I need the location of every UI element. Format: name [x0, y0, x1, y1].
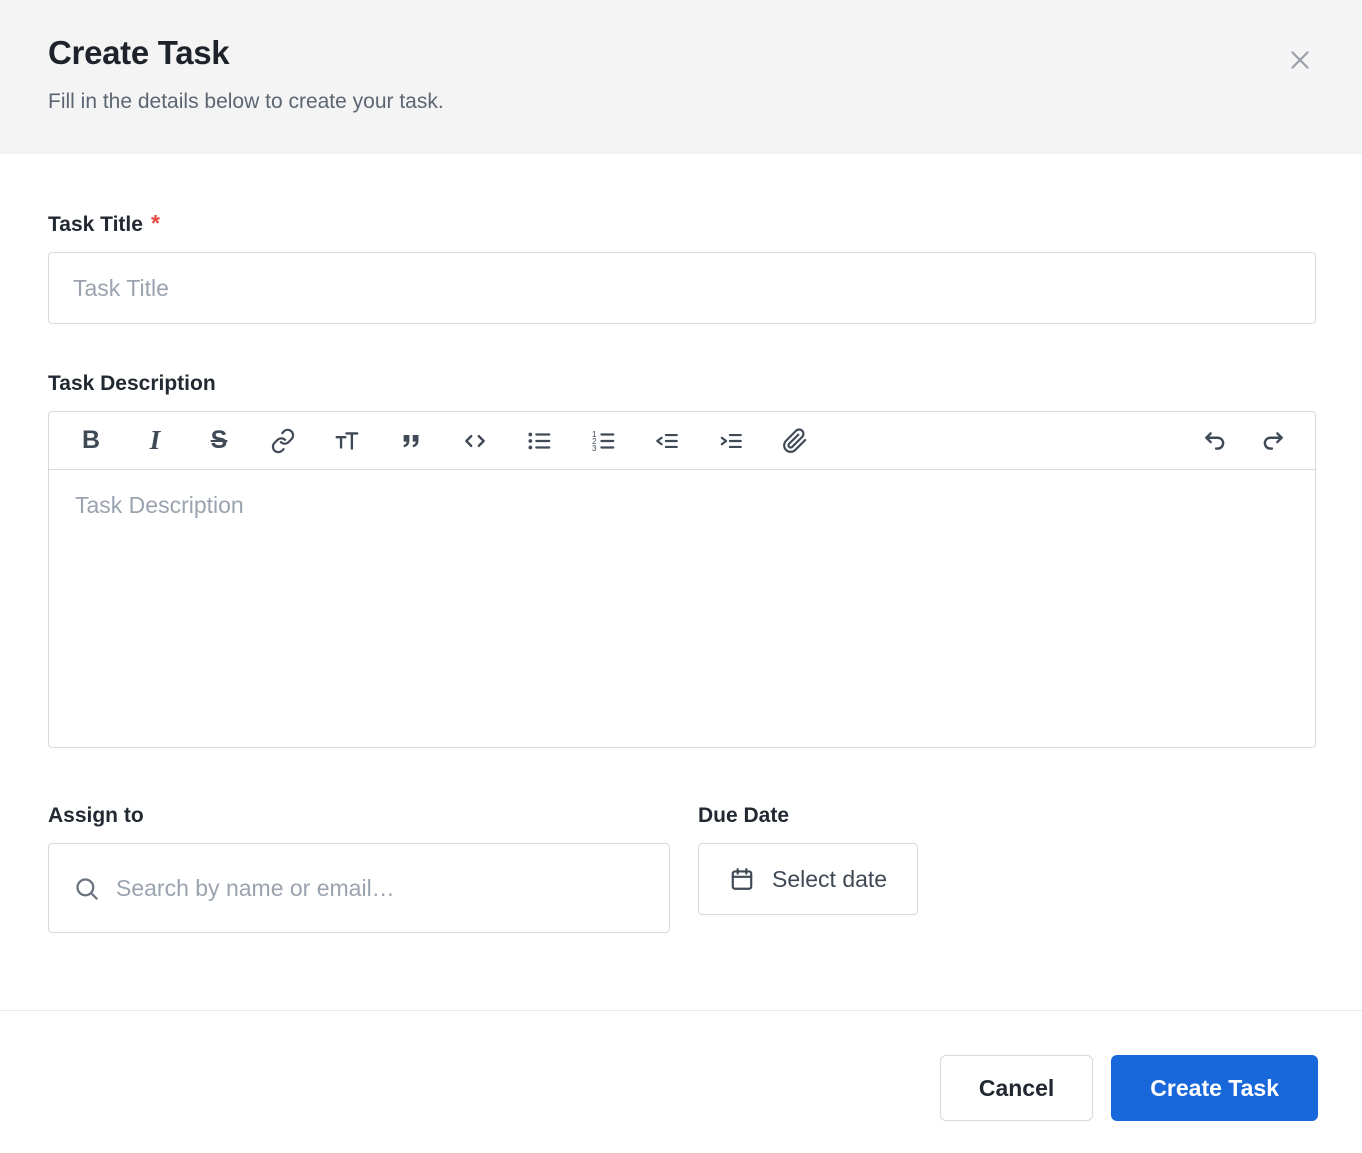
undo-redo-group [1201, 426, 1287, 456]
attachment-button[interactable] [781, 426, 809, 456]
redo-button[interactable] [1259, 426, 1287, 456]
modal-body: Task Title * Task Description B I [0, 154, 1362, 948]
bullet-list-icon [526, 428, 552, 454]
task-title-input[interactable] [48, 252, 1316, 324]
outdent-button[interactable] [653, 426, 681, 456]
task-description-group: Task Description B I S [48, 372, 1316, 748]
assignee-search-input[interactable] [116, 875, 645, 902]
modal-title: Create Task [48, 34, 1314, 72]
due-date-group: Due Date Select date [698, 804, 918, 915]
modal-footer: Cancel Create Task [0, 1010, 1362, 1153]
quote-icon [398, 428, 424, 454]
cancel-button[interactable]: Cancel [940, 1055, 1093, 1121]
assign-to-label: Assign to [48, 804, 670, 828]
search-icon [73, 875, 100, 902]
strikethrough-button[interactable]: S [205, 426, 233, 456]
italic-button[interactable]: I [141, 426, 169, 456]
quote-button[interactable] [397, 426, 425, 456]
bullet-list-button[interactable] [525, 426, 553, 456]
editor-toolbar: B I S [49, 412, 1315, 470]
redo-icon [1260, 428, 1286, 454]
assign-due-row: Assign to Due Date [48, 804, 1316, 933]
assign-to-label-text: Assign to [48, 804, 144, 828]
calendar-icon [729, 866, 755, 892]
due-date-label-text: Due Date [698, 804, 789, 828]
assign-to-group: Assign to [48, 804, 670, 933]
task-description-label: Task Description [48, 372, 1316, 396]
attachment-icon [782, 428, 808, 454]
task-description-input[interactable] [49, 470, 1315, 742]
outdent-icon [654, 428, 680, 454]
undo-button[interactable] [1201, 426, 1229, 456]
task-title-group: Task Title * [48, 210, 1316, 324]
undo-icon [1202, 428, 1228, 454]
indent-icon [718, 428, 744, 454]
code-icon [462, 428, 488, 454]
indent-button[interactable] [717, 426, 745, 456]
svg-text:3: 3 [592, 444, 597, 453]
task-title-label: Task Title * [48, 210, 1316, 237]
close-button[interactable] [1282, 42, 1318, 78]
strikethrough-icon: S [211, 428, 228, 453]
select-date-label: Select date [772, 866, 887, 893]
italic-icon: I [150, 427, 161, 454]
due-date-label: Due Date [698, 804, 918, 828]
task-description-label-text: Task Description [48, 372, 216, 396]
bold-icon: B [82, 428, 100, 453]
code-button[interactable] [461, 426, 489, 456]
task-title-label-text: Task Title [48, 213, 143, 237]
close-icon [1285, 45, 1315, 75]
modal-subtitle: Fill in the details below to create your… [48, 90, 1314, 114]
link-icon [270, 428, 296, 454]
rich-text-editor: B I S [48, 411, 1316, 748]
select-date-button[interactable]: Select date [698, 843, 918, 915]
text-size-icon [334, 428, 360, 454]
create-task-button[interactable]: Create Task [1111, 1055, 1318, 1121]
modal-header: Create Task Fill in the details below to… [0, 0, 1362, 154]
link-button[interactable] [269, 426, 297, 456]
text-size-button[interactable] [333, 426, 361, 456]
create-task-modal: Create Task Fill in the details below to… [0, 0, 1362, 1153]
required-asterisk: * [151, 210, 160, 237]
bold-button[interactable]: B [77, 426, 105, 456]
ordered-list-button[interactable]: 1 2 3 [589, 426, 617, 456]
ordered-list-icon: 1 2 3 [590, 428, 616, 454]
assignee-search-field[interactable] [48, 843, 670, 933]
